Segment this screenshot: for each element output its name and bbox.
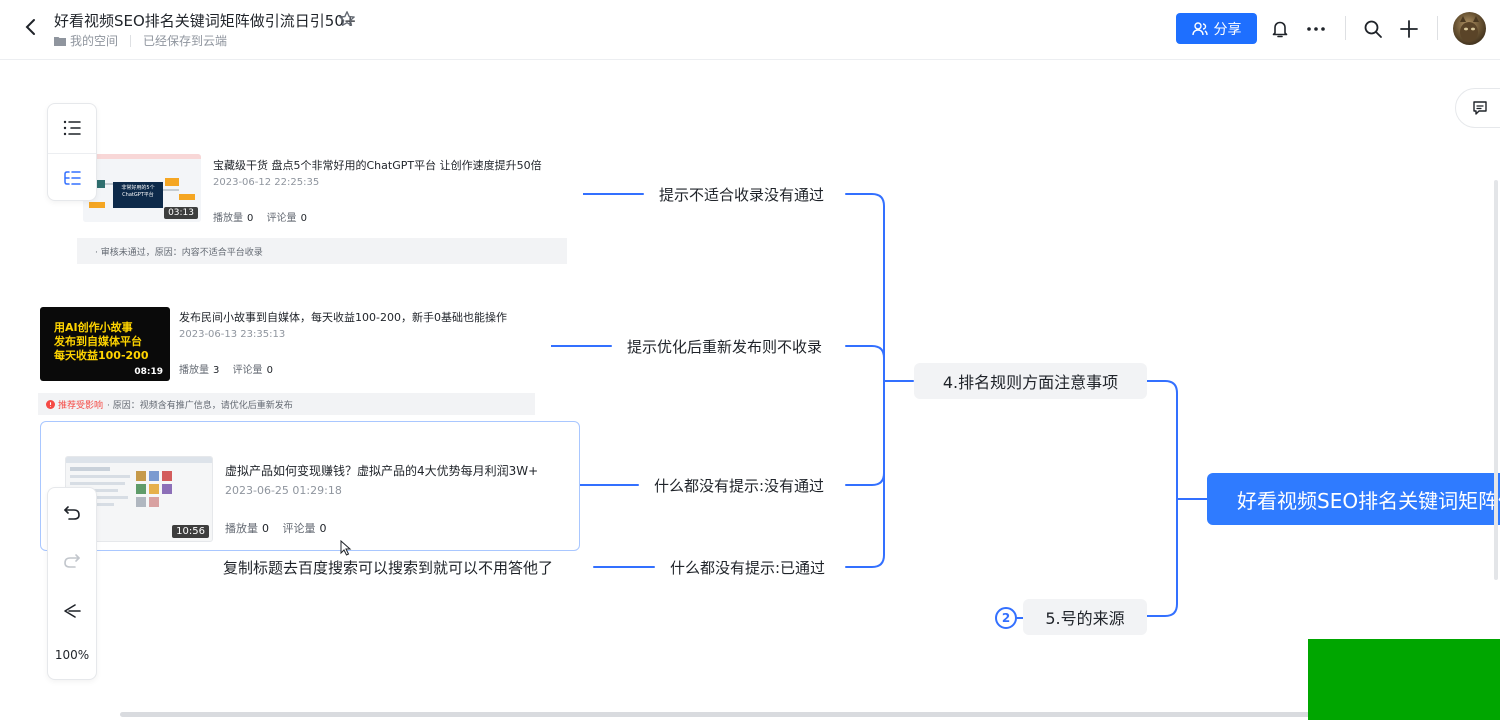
breadcrumb-my-space[interactable]: 我的空间 bbox=[70, 32, 118, 49]
mindmap-node-no-prompt-passed[interactable]: 什么都没有提示:已通过 bbox=[670, 557, 825, 578]
comments-label: 评论量 bbox=[266, 213, 297, 224]
horizontal-scrollbar[interactable] bbox=[120, 712, 1490, 717]
video-stats: 播放量 3 评论量 0 bbox=[179, 361, 283, 376]
review-status-bar: · 审核未通过，原因：内容不适合平台收录 bbox=[77, 238, 567, 264]
mindmap-structure-icon bbox=[64, 171, 81, 185]
plays-label: 播放量 bbox=[225, 522, 258, 535]
notification-button[interactable] bbox=[1269, 18, 1291, 40]
warning-icon bbox=[46, 399, 55, 409]
star-icon[interactable] bbox=[338, 10, 356, 28]
save-status: 已经保存到云端 bbox=[143, 34, 228, 48]
mindmap-node-not-suitable[interactable]: 提示不适合收录没有通过 bbox=[659, 184, 824, 205]
search-button[interactable] bbox=[1362, 18, 1384, 40]
plays-count: 3 bbox=[213, 365, 220, 376]
mouse-cursor-icon bbox=[340, 540, 352, 556]
share-label: 分享 bbox=[1213, 21, 1242, 38]
comment-icon bbox=[1473, 101, 1487, 115]
comment-button[interactable] bbox=[1455, 88, 1500, 128]
mindmap-view-button[interactable] bbox=[48, 154, 96, 202]
plays-label: 播放量 bbox=[179, 365, 209, 376]
mindmap-leaf-note[interactable]: 复制标题去百度搜索可以搜索到就可以不用答他了 bbox=[223, 557, 553, 578]
chevron-left-icon bbox=[25, 19, 35, 35]
folder-icon bbox=[54, 36, 66, 46]
more-button[interactable] bbox=[1305, 18, 1327, 40]
mindmap-image-node-1[interactable]: 非常好用的5个ChatGPT平台 03:13 宝藏级干货 盘点5个非常好用的Ch… bbox=[65, 140, 583, 270]
thumbnail-caption: 用AI创作小故事 发布到自媒体平台 每天收益100-200 bbox=[54, 321, 149, 363]
plus-icon bbox=[1400, 20, 1418, 38]
thumbnail-caption: 非常好用的5个ChatGPT平台 bbox=[121, 185, 155, 198]
video-title: 宝藏级干货 盘点5个非常好用的ChatGPT平台 让创作速度提升50倍 bbox=[213, 159, 542, 172]
create-button[interactable] bbox=[1398, 18, 1420, 40]
comments-count: 0 bbox=[300, 213, 307, 224]
undo-button[interactable] bbox=[48, 490, 96, 536]
mindmap-root-node[interactable]: 好看视频SEO排名关键词矩阵做引流日引50+ bbox=[1207, 473, 1500, 525]
users-icon bbox=[1191, 21, 1208, 35]
plays-label: 播放量 bbox=[213, 213, 243, 224]
green-overlay-block bbox=[1308, 639, 1500, 720]
mindmap-image-node-3[interactable]: 10:56 虚拟产品如何变现赚钱？虚拟产品的4大优势每月利润3W+ 2023-0… bbox=[40, 421, 580, 551]
redo-button[interactable] bbox=[48, 538, 96, 584]
mindmap-image-node-2[interactable]: 用AI创作小故事 发布到自媒体平台 每天收益100-200 08:19 发布民间… bbox=[38, 300, 551, 418]
video-thumbnail: 用AI创作小故事 发布到自媒体平台 每天收益100-200 08:19 bbox=[40, 307, 170, 381]
comments-label: 评论量 bbox=[232, 365, 263, 376]
breadcrumb: 我的空间 已经保存到云端 bbox=[54, 32, 227, 49]
comments-count: 0 bbox=[319, 522, 327, 535]
collapsed-children-badge[interactable]: 2 bbox=[995, 607, 1017, 629]
video-duration: 10:56 bbox=[172, 525, 209, 538]
mindmap-node-ranking-rules[interactable]: 4.排名规则方面注意事项 bbox=[914, 363, 1147, 399]
thumbnail-line: 用AI创作小故事 bbox=[54, 321, 133, 334]
thumbnail-line: 每天收益100-200 bbox=[54, 349, 149, 362]
status-tag: 推荐受影响 bbox=[58, 400, 104, 411]
review-status-bar: 推荐受影响 · 原因：视频含有推广信息，请优化后重新发布 bbox=[38, 393, 535, 415]
video-duration: 03:13 bbox=[164, 207, 198, 219]
mindmap-node-account-source[interactable]: 5.号的来源 bbox=[1023, 599, 1147, 635]
share-button[interactable]: 分享 bbox=[1176, 13, 1257, 44]
thumbnail-line: 发布到自媒体平台 bbox=[54, 335, 142, 348]
avatar-image-icon bbox=[1460, 16, 1479, 42]
mindmap-node-no-prompt-failed[interactable]: 什么都没有提示:没有通过 bbox=[654, 475, 824, 496]
more-horizontal-icon bbox=[1307, 27, 1325, 31]
header-divider bbox=[1437, 16, 1438, 40]
search-icon bbox=[1364, 20, 1382, 38]
video-stats: 播放量 0 评论量 0 bbox=[213, 209, 317, 224]
outline-toolbar bbox=[47, 103, 97, 201]
list-icon bbox=[63, 120, 81, 136]
avatar[interactable] bbox=[1453, 12, 1486, 45]
video-title: 虚拟产品如何变现赚钱？虚拟产品的4大优势每月利润3W+ bbox=[225, 464, 539, 478]
branch-left-icon bbox=[64, 604, 81, 618]
redo-icon bbox=[64, 554, 80, 568]
plays-count: 0 bbox=[247, 213, 254, 224]
undo-icon bbox=[64, 506, 80, 520]
header-divider bbox=[1345, 16, 1346, 40]
history-toolbar: 100% bbox=[47, 487, 97, 680]
outline-view-button[interactable] bbox=[48, 104, 96, 152]
vertical-scrollbar[interactable] bbox=[1494, 180, 1498, 580]
comments-label: 评论量 bbox=[282, 522, 316, 535]
zoom-level[interactable]: 100% bbox=[48, 648, 96, 662]
video-thumbnail: 非常好用的5个ChatGPT平台 03:13 bbox=[83, 154, 201, 222]
layout-direction-button[interactable] bbox=[48, 588, 96, 634]
video-duration: 08:19 bbox=[134, 367, 163, 377]
plays-count: 0 bbox=[262, 522, 269, 535]
top-bar: 好看视频SEO排名关键词矩阵做引流日引50+ 我的空间 已经保存到云端 分享 bbox=[0, 0, 1500, 60]
video-date: 2023-06-25 01:29:18 bbox=[225, 484, 342, 497]
back-button[interactable] bbox=[18, 15, 42, 39]
video-date: 2023-06-13 23:35:13 bbox=[179, 329, 286, 340]
bell-icon bbox=[1272, 21, 1288, 38]
mindmap-node-optimize-republish[interactable]: 提示优化后重新发布则不收录 bbox=[627, 336, 822, 357]
video-stats: 播放量 0 评论量 0 bbox=[225, 520, 337, 536]
comments-count: 0 bbox=[266, 365, 273, 376]
breadcrumb-divider bbox=[130, 34, 132, 47]
video-date: 2023-06-12 22:25:35 bbox=[213, 177, 320, 188]
video-title: 发布民间小故事到自媒体，每天收益100-200，新手0基础也能操作 bbox=[179, 311, 507, 324]
status-reason: · 原因：视频含有推广信息，请优化后重新发布 bbox=[107, 400, 293, 411]
document-title[interactable]: 好看视频SEO排名关键词矩阵做引流日引50+ bbox=[54, 10, 356, 31]
